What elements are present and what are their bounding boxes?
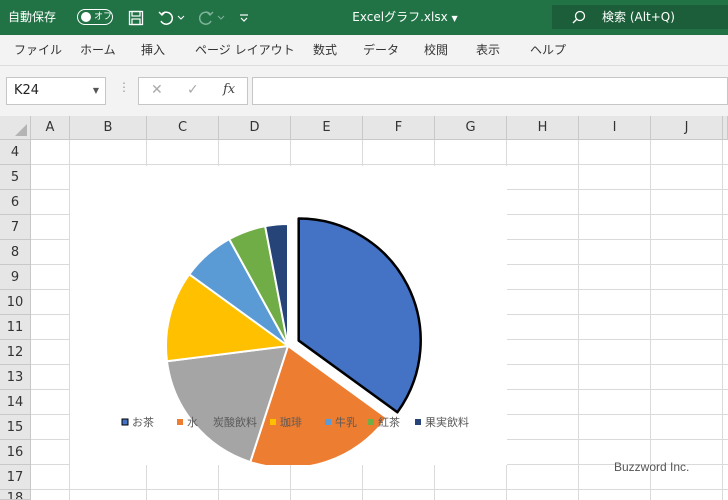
file-name-text: Excelグラフ.xlsx [352,10,448,24]
row-header-10[interactable]: 10 [0,290,31,315]
legend-swatch-1 [177,419,183,425]
name-box[interactable]: K24 ▼ [6,77,106,105]
gridline [31,164,728,165]
legend-label-4: 牛乳 [335,415,357,429]
save-icon[interactable] [126,8,146,28]
tab-help[interactable]: ヘルプ [530,35,566,65]
gridline [722,140,723,500]
row-header-12[interactable]: 12 [0,340,31,365]
legend-swatch-4 [325,419,331,425]
formula-buttons: ✕ ✓ fx [138,77,248,105]
column-header-e[interactable]: E [291,116,363,140]
legend-label-5: 紅茶 [378,416,400,429]
row-header-4[interactable]: 4 [0,140,31,165]
tab-data[interactable]: データ [363,35,399,65]
name-box-dropdown-icon[interactable]: ▼ [93,78,99,104]
pie-chart-svg: お茶 水 炭酸飲料 珈琲 牛乳 紅茶 果実飲料 [121,217,469,465]
search-icon [572,10,586,24]
gridline [31,489,728,490]
row-header-7[interactable]: 7 [0,215,31,240]
redo-icon[interactable] [196,8,216,28]
row-header-13[interactable]: 13 [0,365,31,390]
legend-swatch-6 [415,419,421,425]
legend-label-0: お茶 [132,416,154,429]
toggle-knob [81,12,91,22]
column-header-i[interactable]: I [579,116,651,140]
legend-swatch-2 [203,419,209,425]
tab-review[interactable]: 校閲 [424,35,448,65]
row-header-9[interactable]: 9 [0,265,31,290]
drag-handle-icon[interactable]: ⋮ [118,80,130,94]
worksheet-grid[interactable]: A B C D E F G H I J 4 5 6 7 8 9 10 11 12… [0,116,728,500]
insert-function-button[interactable]: fx [223,82,235,97]
file-name-chevron-icon: ▼ [451,14,458,23]
column-header-c[interactable]: C [147,116,219,140]
column-header-a[interactable]: A [31,116,70,140]
column-header-j[interactable]: J [651,116,723,140]
formula-bar: K24 ▼ ⋮ ✕ ✓ fx [0,66,728,116]
autosave-toggle[interactable]: オフ [77,9,113,25]
tab-view[interactable]: 表示 [476,35,500,65]
enter-icon[interactable]: ✓ [187,82,199,98]
row-header-5[interactable]: 5 [0,165,31,190]
legend-label-1: 水 [187,416,198,429]
tab-home[interactable]: ホーム [80,35,116,65]
customize-toolbar-icon[interactable] [234,8,254,28]
row-header-15[interactable]: 15 [0,415,31,440]
gridline [650,140,651,500]
undo-icon[interactable] [156,8,176,28]
row-header-14[interactable]: 14 [0,390,31,415]
row-header-8[interactable]: 8 [0,240,31,265]
column-header-d[interactable]: D [219,116,291,140]
search-box[interactable]: 検索 (Alt+Q) [552,5,728,29]
legend-swatch-5 [368,419,374,425]
cancel-icon[interactable]: ✕ [151,82,163,98]
row-header-6[interactable]: 6 [0,190,31,215]
tab-file[interactable]: ファイル [14,35,62,65]
file-name[interactable]: Excelグラフ.xlsx ▼ [340,0,470,35]
watermark: Buzzword Inc. [614,460,690,474]
legend-label-3: 珈琲 [280,415,302,429]
search-placeholder: 検索 (Alt+Q) [602,10,675,24]
column-header-b[interactable]: B [70,116,147,140]
pie-chart[interactable]: お茶 水 炭酸飲料 珈琲 牛乳 紅茶 果実飲料 [70,166,507,465]
column-header-k[interactable] [723,116,728,140]
autosave-label: 自動保存 [8,10,57,24]
select-all-button[interactable] [0,116,31,140]
column-header-h[interactable]: H [507,116,579,140]
chart-legend: お茶 水 炭酸飲料 珈琲 牛乳 紅茶 果実飲料 [121,415,469,429]
legend-swatch-0 [121,418,129,426]
row-header-16[interactable]: 16 [0,440,31,465]
legend-label-2: 炭酸飲料 [213,415,257,429]
legend-label-6: 果実飲料 [425,415,469,429]
row-header-11[interactable]: 11 [0,315,31,340]
gridline [578,140,579,500]
redo-dropdown-icon[interactable] [216,8,226,28]
tab-formulas[interactable]: 数式 [313,35,337,65]
tab-page-layout[interactable]: ページ レイアウト [195,35,295,65]
row-header-17[interactable]: 17 [0,465,31,490]
row-header-18[interactable]: 18 [0,490,31,500]
column-header-g[interactable]: G [435,116,507,140]
name-box-value: K24 [14,83,40,98]
autosave-state: オフ [94,12,113,22]
tab-insert[interactable]: 挿入 [141,35,165,65]
ribbon-tabs: ファイル ホーム 挿入 ページ レイアウト 数式 データ 校閲 表示 ヘルプ [0,35,728,66]
title-bar: 自動保存 オフ Excelグラフ.xlsx ▼ 検索 (Alt+Q) [0,0,728,35]
undo-dropdown-icon[interactable] [176,8,186,28]
legend-swatch-3 [270,419,276,425]
formula-input[interactable] [252,77,728,105]
column-header-f[interactable]: F [363,116,435,140]
